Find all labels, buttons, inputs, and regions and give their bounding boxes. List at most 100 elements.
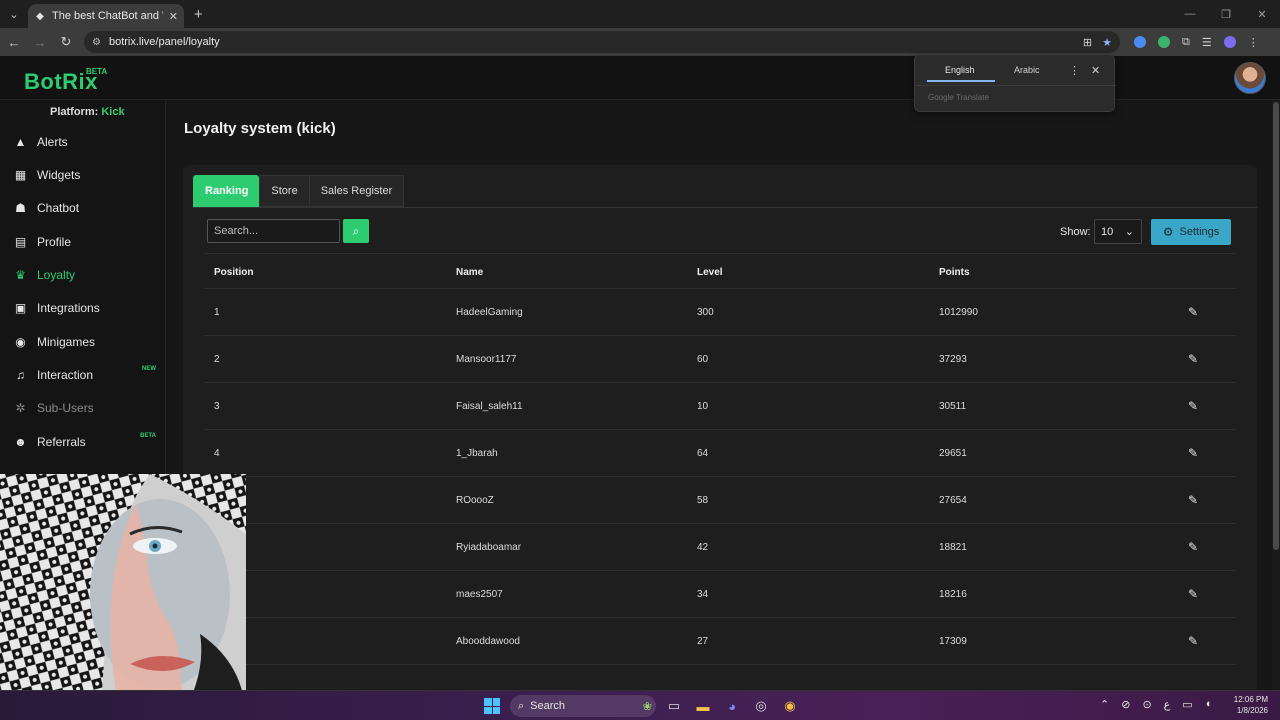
table-header: Position Name Level Points <box>204 253 1236 289</box>
taskbar-clock[interactable]: 12:06 PM 1/8/2026 <box>1230 694 1268 716</box>
address-bar[interactable]: ⚙ botrix.live/panel/loyalty ⊞ ★ <box>84 31 1120 53</box>
close-window-icon[interactable]: ✕ <box>1244 0 1280 28</box>
back-icon[interactable]: ← <box>2 30 26 54</box>
forward-icon[interactable]: → <box>28 30 52 54</box>
pencil-icon[interactable]: ✎ <box>1186 399 1200 413</box>
sidebar-item-alerts[interactable]: ▲ Alerts <box>0 127 166 157</box>
trophy-icon: ♛ <box>15 268 26 282</box>
users-icon: ☻ <box>14 435 27 449</box>
tab-search-icon[interactable]: ⌄ <box>0 0 28 28</box>
close-icon[interactable]: ✕ <box>1091 64 1100 77</box>
discord-icon[interactable]: ◕ <box>722 696 742 716</box>
translate-lang-arabic[interactable]: Arabic <box>1014 65 1040 75</box>
pencil-icon[interactable]: ✎ <box>1186 540 1200 554</box>
sidebar-item-widgets[interactable]: ▦ Widgets <box>0 160 166 190</box>
cell-name: Ryiadaboamar <box>456 542 522 553</box>
sidebar-item-referrals[interactable]: ☻ Referrals BETA <box>0 427 166 457</box>
sidebar-item-label: Interaction <box>37 368 94 382</box>
translate-icon[interactable]: ⊞ <box>1083 36 1092 49</box>
browser-menu-icon[interactable]: ⋮ <box>1248 36 1259 49</box>
users-cog-icon: ✲ <box>15 401 26 415</box>
sidebar-item-label: Alerts <box>37 135 68 149</box>
restore-icon[interactable]: ❐ <box>1208 0 1244 28</box>
language-indicator[interactable]: ع <box>1164 698 1171 711</box>
column-header-points[interactable]: Points <box>939 267 970 278</box>
sidebar-item-sub-users[interactable]: ✲ Sub-Users <box>0 393 166 423</box>
new-tab-icon[interactable]: + <box>194 6 203 23</box>
table-row: ROoooZ 58 27654 ✎ <box>204 477 1236 524</box>
pencil-icon[interactable]: ✎ <box>1186 634 1200 648</box>
taskbar-search[interactable]: ⌕ Search ❀ <box>510 695 656 717</box>
extensions-puzzle-icon[interactable]: ⧉ <box>1182 36 1190 49</box>
extension-green-icon[interactable] <box>1158 36 1170 48</box>
sidebar-item-minigames[interactable]: ◉ Minigames <box>0 327 166 357</box>
tab-sales-register[interactable]: Sales Register <box>308 175 405 207</box>
platform-value: Kick <box>101 106 125 118</box>
minimize-icon[interactable]: — <box>1172 0 1208 28</box>
show-count-value: 10 <box>1101 225 1114 238</box>
table-row: Ryiadaboamar 42 18821 ✎ <box>204 524 1236 571</box>
cell-points: 18216 <box>939 589 967 600</box>
sidebar-item-profile[interactable]: ▤ Profile <box>0 227 166 257</box>
reading-list-icon[interactable]: ☰ <box>1202 36 1212 49</box>
app-icon[interactable]: ◎ <box>751 696 771 716</box>
sidebar-item-label: Widgets <box>37 168 81 182</box>
search-input[interactable] <box>207 219 340 243</box>
pencil-icon[interactable]: ✎ <box>1186 446 1200 460</box>
reload-icon[interactable]: ↻ <box>54 30 78 54</box>
portrait-graphic <box>0 474 246 720</box>
windows-start-icon[interactable] <box>484 698 500 714</box>
site-info-icon[interactable]: ⚙ <box>92 37 101 48</box>
pencil-icon[interactable]: ✎ <box>1186 493 1200 507</box>
taskbar: ⌕ Search ❀ ▭ ▬ ◕ ◎ ◉ ⌃ ⊘ ⊙ ع ▭ ◖ 12:06 P… <box>0 690 1280 720</box>
tab-ranking[interactable]: Ranking <box>193 175 260 207</box>
platform-indicator: Platform: Kick <box>50 106 125 118</box>
camera-off-icon[interactable]: ⊘ <box>1121 698 1130 711</box>
sidebar-item-label: Loyalty <box>37 268 76 282</box>
file-explorer-icon[interactable]: ▬ <box>693 696 713 716</box>
search-button[interactable]: ⌕ <box>343 219 369 243</box>
sidebar-item-interaction[interactable]: ♫ Interaction NEW <box>0 360 166 390</box>
pencil-icon[interactable]: ✎ <box>1186 352 1200 366</box>
column-header-level[interactable]: Level <box>697 267 723 278</box>
tab-store[interactable]: Store <box>259 175 309 207</box>
scrollbar-thumb[interactable] <box>1273 102 1279 550</box>
cell-level: 42 <box>697 542 709 553</box>
task-view-icon[interactable]: ▭ <box>664 696 684 716</box>
profile-extension-icon[interactable] <box>1223 36 1236 48</box>
chrome-icon[interactable]: ◉ <box>780 696 800 716</box>
search-icon: ⌕ <box>518 699 525 712</box>
extensions-area: ⧉ ☰ ⋮ <box>1134 36 1259 49</box>
page-scrollbar[interactable] <box>1272 100 1280 696</box>
network-icon[interactable]: ▭ <box>1182 698 1192 711</box>
pencil-icon[interactable]: ✎ <box>1186 587 1200 601</box>
pencil-icon[interactable]: ✎ <box>1186 305 1200 319</box>
tray-chevron-up-icon[interactable]: ⌃ <box>1100 698 1109 711</box>
settings-button-label: Settings <box>1179 226 1220 238</box>
robot-icon: ☗ <box>15 201 26 215</box>
user-avatar[interactable] <box>1234 62 1266 94</box>
close-tab-icon[interactable]: ✕ <box>169 10 178 23</box>
volume-icon[interactable]: ◖ <box>1205 698 1212 711</box>
plug-icon: ▣ <box>14 301 27 315</box>
bookmark-star-icon[interactable]: ★ <box>1102 36 1112 49</box>
tabs-divider <box>193 207 1257 208</box>
url-text[interactable]: botrix.live/panel/loyalty <box>109 36 1075 48</box>
browser-tab[interactable]: ◆ The best ChatBot and Widgets ✕ <box>28 4 184 28</box>
cell-level: 34 <box>697 589 709 600</box>
show-label: Show: <box>1060 226 1091 238</box>
sidebar-item-integrations[interactable]: ▣ Integrations <box>0 293 166 323</box>
sidebar-item-chatbot[interactable]: ☗ Chatbot <box>0 193 166 223</box>
extension-blue-icon[interactable] <box>1134 36 1146 48</box>
more-options-icon[interactable]: ⋮ <box>1069 64 1080 77</box>
settings-button[interactable]: ⚙ Settings <box>1151 219 1231 245</box>
microphone-icon[interactable]: ⊙ <box>1142 698 1151 711</box>
column-header-position[interactable]: Position <box>214 267 253 278</box>
cell-points: 18821 <box>939 542 967 553</box>
cell-name: ROoooZ <box>456 495 494 506</box>
translate-lang-english[interactable]: English <box>945 65 975 75</box>
sidebar-item-loyalty[interactable]: ♛ Loyalty <box>0 260 166 290</box>
column-header-name[interactable]: Name <box>456 267 483 278</box>
sidebar-item-label: Integrations <box>37 301 100 315</box>
show-count-select[interactable]: 10 ⌄ <box>1094 219 1142 244</box>
